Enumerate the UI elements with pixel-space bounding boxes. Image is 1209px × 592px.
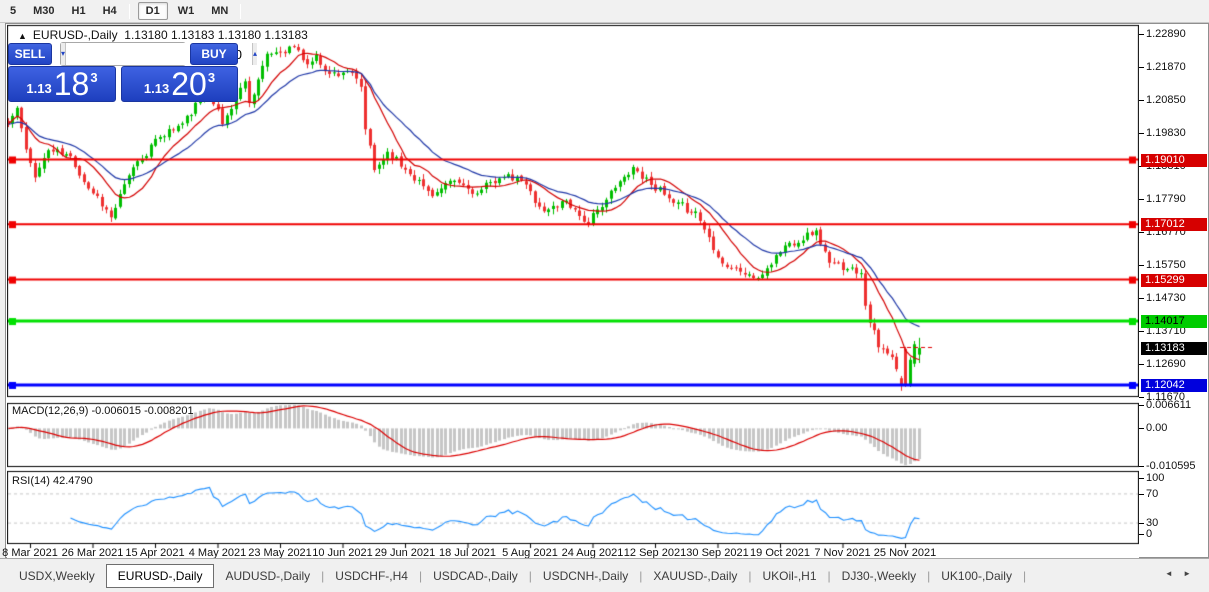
tab-usdcnh-daily[interactable]: USDCNH-,Daily [532,565,639,587]
hline-price-label[interactable]: 1.14017 [1141,315,1207,328]
axis-tick-mark [1139,199,1144,200]
price-tick-label: 1.22890 [1146,28,1208,40]
sell-price-pip: 3 [90,70,97,85]
axis-tick-mark [1139,133,1144,134]
buy-price-box[interactable]: 1.13 20 3 [121,66,238,102]
tab-usdx-weekly[interactable]: USDX,Weekly [8,565,106,587]
macd-indicator-label: MACD(12,26,9) -0.006015 -0.008201 [12,405,194,417]
tab-ukoil-h1[interactable]: UKOil-,H1 [752,565,828,587]
chart-ohlc-values: 1.13180 1.13183 1.13180 1.13183 [124,28,308,42]
axis-tick-mark [1139,494,1144,495]
tab-eurusd-daily[interactable]: EURUSD-,Daily [106,564,215,588]
axis-tick-mark [1139,466,1144,467]
tab-uk100-daily[interactable]: UK100-,Daily [930,565,1023,587]
chart-collapse-icon[interactable]: ▲ [18,31,27,41]
current-price-label[interactable]: 1.13183 [1141,342,1207,355]
axis-tick-mark [1139,534,1144,535]
rsi-indicator-label: RSI(14) 42.4790 [12,475,93,487]
axis-tick-mark [1139,265,1144,266]
tab-xauusd-daily[interactable]: XAUUSD-,Daily [642,565,748,587]
price-tick-label: 1.19830 [1146,127,1208,139]
tab-scroll-right-icon[interactable]: ► [1183,569,1191,578]
hline-price-label[interactable]: 1.12042 [1141,379,1207,392]
price-tick-label: 1.15750 [1146,259,1208,271]
tab-scroll-arrows: ◄ ► [1157,569,1191,578]
macd-tick-label: -0.010595 [1146,460,1208,472]
toolbar-separator [240,4,241,19]
price-tick-label: 1.21870 [1146,61,1208,73]
timeframe-button-w1[interactable]: W1 [171,3,202,19]
tab-audusd-daily[interactable]: AUDUSD-,Daily [214,565,321,587]
hline-price-label[interactable]: 1.15299 [1141,274,1207,287]
timeframe-button-d1[interactable]: D1 [138,2,168,20]
chart-window: ▲EURUSD-,Daily 1.13180 1.13183 1.13180 1… [5,23,1209,558]
hline-price-label[interactable]: 1.19010 [1141,154,1207,167]
tab-separator: | [1023,569,1026,583]
price-tick-label: 1.20850 [1146,94,1208,106]
tab-dj30-weekly[interactable]: DJ30-,Weekly [831,565,927,587]
price-tick-label: 1.12690 [1146,358,1208,370]
toolbar-separator [129,4,130,19]
timeframe-button-5[interactable]: 5 [3,3,23,19]
axis-tick-mark [1139,34,1144,35]
timeframe-button-h4[interactable]: H4 [96,3,124,19]
buy-button[interactable]: BUY [190,43,238,65]
rsi-tick-label: 70 [1146,488,1208,500]
sell-price-prefix: 1.13 [26,81,51,96]
timeframe-button-mn[interactable]: MN [204,3,235,19]
axis-tick-mark [1139,67,1144,68]
chart-title: ▲ EURUSD-,Daily 1.13180 1.13183 1.13180 1… [18,28,308,42]
chart-tab-bar: USDX,WeeklyEURUSD-,DailyAUDUSD-,Daily | US… [0,558,1209,592]
axis-tick-mark [1139,478,1144,479]
buy-price-prefix: 1.13 [144,81,169,96]
axis-tick-mark [1139,397,1144,398]
axis-tick-mark [1139,364,1144,365]
timeframe-button-h1[interactable]: H1 [65,3,93,19]
tab-usdchf-h4[interactable]: USDCHF-,H4 [324,565,419,587]
axis-tick-mark [1139,232,1144,233]
axis-tick-mark [1139,331,1144,332]
axis-tick-mark [1139,298,1144,299]
timeframe-toolbar: 5M30H1H4 D1W1MN [0,0,1209,23]
axis-tick-mark [1139,100,1144,101]
rsi-tick-label: 100 [1146,472,1208,484]
axis-tick-mark [1139,428,1144,429]
price-tick-label: 1.14730 [1146,292,1208,304]
tab-scroll-left-icon[interactable]: ◄ [1165,569,1173,578]
macd-tick-label: 0.00 [1146,422,1208,434]
timeframe-button-m30[interactable]: M30 [26,3,61,19]
one-click-trade-panel: SELL ▾ ▴ BUY 1.13 18 3 1.13 20 3 [8,42,238,124]
hline-price-label[interactable]: 1.17012 [1141,218,1207,231]
tab-usdcad-daily[interactable]: USDCAD-,Daily [422,565,529,587]
macd-tick-label: 0.006611 [1146,399,1208,411]
buy-price-pip: 3 [208,70,215,85]
chart-symbol-label: EURUSD-,Daily [33,28,118,42]
volume-increase-button[interactable]: ▴ [252,43,257,65]
rsi-tick-label: 0 [1146,528,1208,540]
axis-tick-mark [1139,523,1144,524]
buy-price-main: 20 [171,69,207,99]
axis-tick-mark [1139,405,1144,406]
price-tick-label: 1.17790 [1146,193,1208,205]
sell-button[interactable]: SELL [8,43,52,65]
volume-stepper: ▾ ▴ [60,42,186,66]
sell-price-box[interactable]: 1.13 18 3 [8,66,116,102]
sell-price-main: 18 [54,69,90,99]
